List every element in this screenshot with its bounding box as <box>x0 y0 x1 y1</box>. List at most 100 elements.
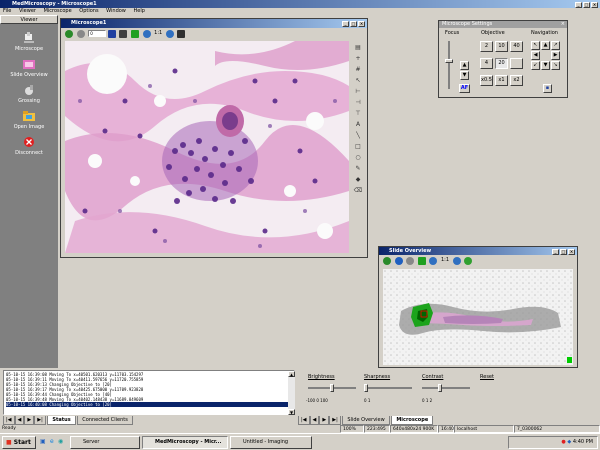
tray-network-icon[interactable]: ● <box>561 439 565 445</box>
contrast-slider[interactable] <box>422 387 470 389</box>
tab-nav-last-icon[interactable]: ▶| <box>34 416 46 425</box>
focus-slider-track[interactable] <box>448 41 450 89</box>
slide-overview-title-bar[interactable]: Slide Overview _ □ × <box>379 247 577 255</box>
viewer-tab-nav-next-icon[interactable]: ▶ <box>319 416 330 425</box>
nav-up-left-icon[interactable]: ↖ <box>531 41 540 50</box>
sidebar-item-disconnect[interactable]: Disconnect <box>0 136 58 156</box>
viewer-tab-nav-prev-icon[interactable]: ◀ <box>309 416 320 425</box>
camera-icon[interactable] <box>119 30 128 38</box>
nav-down-left-icon[interactable]: ↙ <box>531 61 540 70</box>
zoom-in-icon[interactable] <box>142 30 151 38</box>
nav-left-icon[interactable]: ◀ <box>531 51 540 60</box>
tab-nav-next-icon[interactable]: ▶ <box>24 416 35 425</box>
pointer-icon[interactable]: ↖ <box>353 76 363 85</box>
sidebar-item-microscope[interactable]: Microscope <box>0 32 58 52</box>
pen-tool-icon[interactable]: ✎ <box>353 164 363 173</box>
hand-icon[interactable] <box>177 30 186 38</box>
tab-connected-clients[interactable]: Connected Clients <box>77 416 133 425</box>
magnification-x2-button[interactable]: x2 <box>510 75 523 86</box>
grid-icon[interactable]: # <box>353 65 363 74</box>
scale-icon[interactable]: ⊤ <box>353 109 363 118</box>
slide-fit-icon[interactable] <box>417 257 426 265</box>
quicklaunch-ie-icon[interactable]: e <box>50 438 54 445</box>
nav-right-icon[interactable]: ▶ <box>551 51 560 60</box>
eraser-tool-icon[interactable]: ⌫ <box>353 186 363 195</box>
stop-icon[interactable] <box>76 30 85 38</box>
reset-button[interactable]: Reset <box>480 374 494 380</box>
menu-viewer[interactable]: Viewer <box>19 8 36 14</box>
save-icon[interactable] <box>107 30 116 38</box>
slide-zoom-ratio-label[interactable]: 1:1 <box>441 257 449 263</box>
tab-nav-prev-icon[interactable]: ◀ <box>14 416 25 425</box>
magnification-x05-button[interactable]: x0.5 <box>480 75 493 86</box>
scroll-up-icon[interactable]: ▲ <box>288 371 295 377</box>
viewer-tab-nav-last-icon[interactable]: ▶| <box>329 416 341 425</box>
menu-file[interactable]: File <box>3 8 11 14</box>
fit-icon[interactable] <box>130 30 139 38</box>
sidebar-item-slide-overview[interactable]: Slide Overview <box>0 58 58 78</box>
microscope-minimize-icon[interactable]: _ <box>342 21 349 27</box>
task-imaging[interactable]: Untitled - Imaging <box>230 436 312 449</box>
objective-4-button[interactable]: 4 <box>480 58 493 69</box>
sidebar-item-open-image[interactable]: Open Image <box>0 110 58 130</box>
tab-nav-first-icon[interactable]: |◀ <box>3 416 15 425</box>
contrast-slider-thumb[interactable] <box>438 384 442 392</box>
menu-microscope[interactable]: Microscope <box>44 8 72 14</box>
settings-close-icon[interactable]: × <box>561 21 565 28</box>
autofocus-button[interactable]: AF <box>459 84 470 93</box>
microscope-close-icon[interactable]: × <box>358 21 365 27</box>
quicklaunch-media-icon[interactable]: ◉ <box>58 438 63 445</box>
microscope-image[interactable] <box>65 41 349 253</box>
line-tool-icon[interactable]: ╲ <box>353 131 363 140</box>
viewer-tab[interactable]: Viewer <box>0 15 58 24</box>
crosshair-icon[interactable]: + <box>353 54 363 63</box>
focus-slider-thumb[interactable] <box>445 59 453 63</box>
status-log[interactable]: 05-10-15 16:39:08 Moving To x=40501.6203… <box>3 370 295 415</box>
nav-down-right-icon[interactable]: ↘ <box>551 61 560 70</box>
menu-window[interactable]: Window <box>106 8 126 14</box>
nav-up-right-icon[interactable]: ↗ <box>551 41 560 50</box>
slide-zoom-in-icon[interactable] <box>429 257 438 265</box>
slide-zoom-out-icon[interactable] <box>452 257 461 265</box>
settings-title-bar[interactable]: Microscope Settings × <box>439 21 567 28</box>
text-tool-icon[interactable]: A <box>353 120 363 129</box>
nav-up-icon[interactable]: ▲ <box>541 41 550 50</box>
scroll-down-icon[interactable]: ▼ <box>288 409 295 415</box>
zoom-ratio-label[interactable]: 1:1 <box>154 30 162 36</box>
play-icon[interactable] <box>65 30 73 38</box>
slide-overview-image[interactable] <box>383 269 573 365</box>
sharpness-slider[interactable] <box>364 387 412 389</box>
focus-up-button[interactable]: ▲ <box>460 61 469 70</box>
brightness-slider-thumb[interactable] <box>330 384 334 392</box>
task-medmicroscopy[interactable]: MedMicroscopy - Micr... <box>142 436 228 449</box>
microscope-maximize-icon[interactable]: □ <box>350 21 357 27</box>
microscope-window-title-bar[interactable]: Microscope1 _ □ × <box>61 19 367 28</box>
objective-2-button[interactable]: 2 <box>480 41 493 52</box>
task-server[interactable]: Server <box>70 436 140 449</box>
tray-volume-icon[interactable]: ◆ <box>567 439 571 445</box>
viewer-tab-nav-first-icon[interactable]: |◀ <box>298 416 310 425</box>
tray-clock[interactable]: 4:40 PM <box>573 439 593 445</box>
menu-help[interactable]: Help <box>133 8 144 14</box>
ellipse-tool-icon[interactable]: ○ <box>353 153 363 162</box>
objective-10-button[interactable]: 10 <box>495 41 508 52</box>
start-button[interactable]: ■ Start <box>2 436 36 449</box>
color-tool-icon[interactable]: ◆ <box>353 175 363 184</box>
objective-40-button[interactable]: 40 <box>510 41 523 52</box>
print-icon[interactable]: ▤ <box>353 43 363 52</box>
magnification-x1-button[interactable]: x1 <box>495 75 508 86</box>
nav-down-icon[interactable]: ▼ <box>541 61 550 70</box>
menu-options[interactable]: Options <box>79 8 98 14</box>
nav-save-icon[interactable]: ▪ <box>543 84 552 93</box>
slide-navigate-icon[interactable] <box>464 257 473 265</box>
slide-stop-icon[interactable] <box>406 257 415 265</box>
sidebar-item-grossing[interactable]: Grossing <box>0 84 58 104</box>
slide-play-icon[interactable] <box>383 257 391 265</box>
focus-down-button[interactable]: ▼ <box>460 71 469 80</box>
sharpness-slider-thumb[interactable] <box>364 384 368 392</box>
objective-blank-button[interactable] <box>510 58 523 69</box>
slide-refresh-icon[interactable] <box>394 257 403 265</box>
log-line-selected[interactable]: 05-10-15 16:40:08 Changing Objective to … <box>6 402 292 407</box>
measure-icon[interactable]: ⊣ <box>353 98 363 107</box>
zoom-out-icon[interactable] <box>165 30 174 38</box>
